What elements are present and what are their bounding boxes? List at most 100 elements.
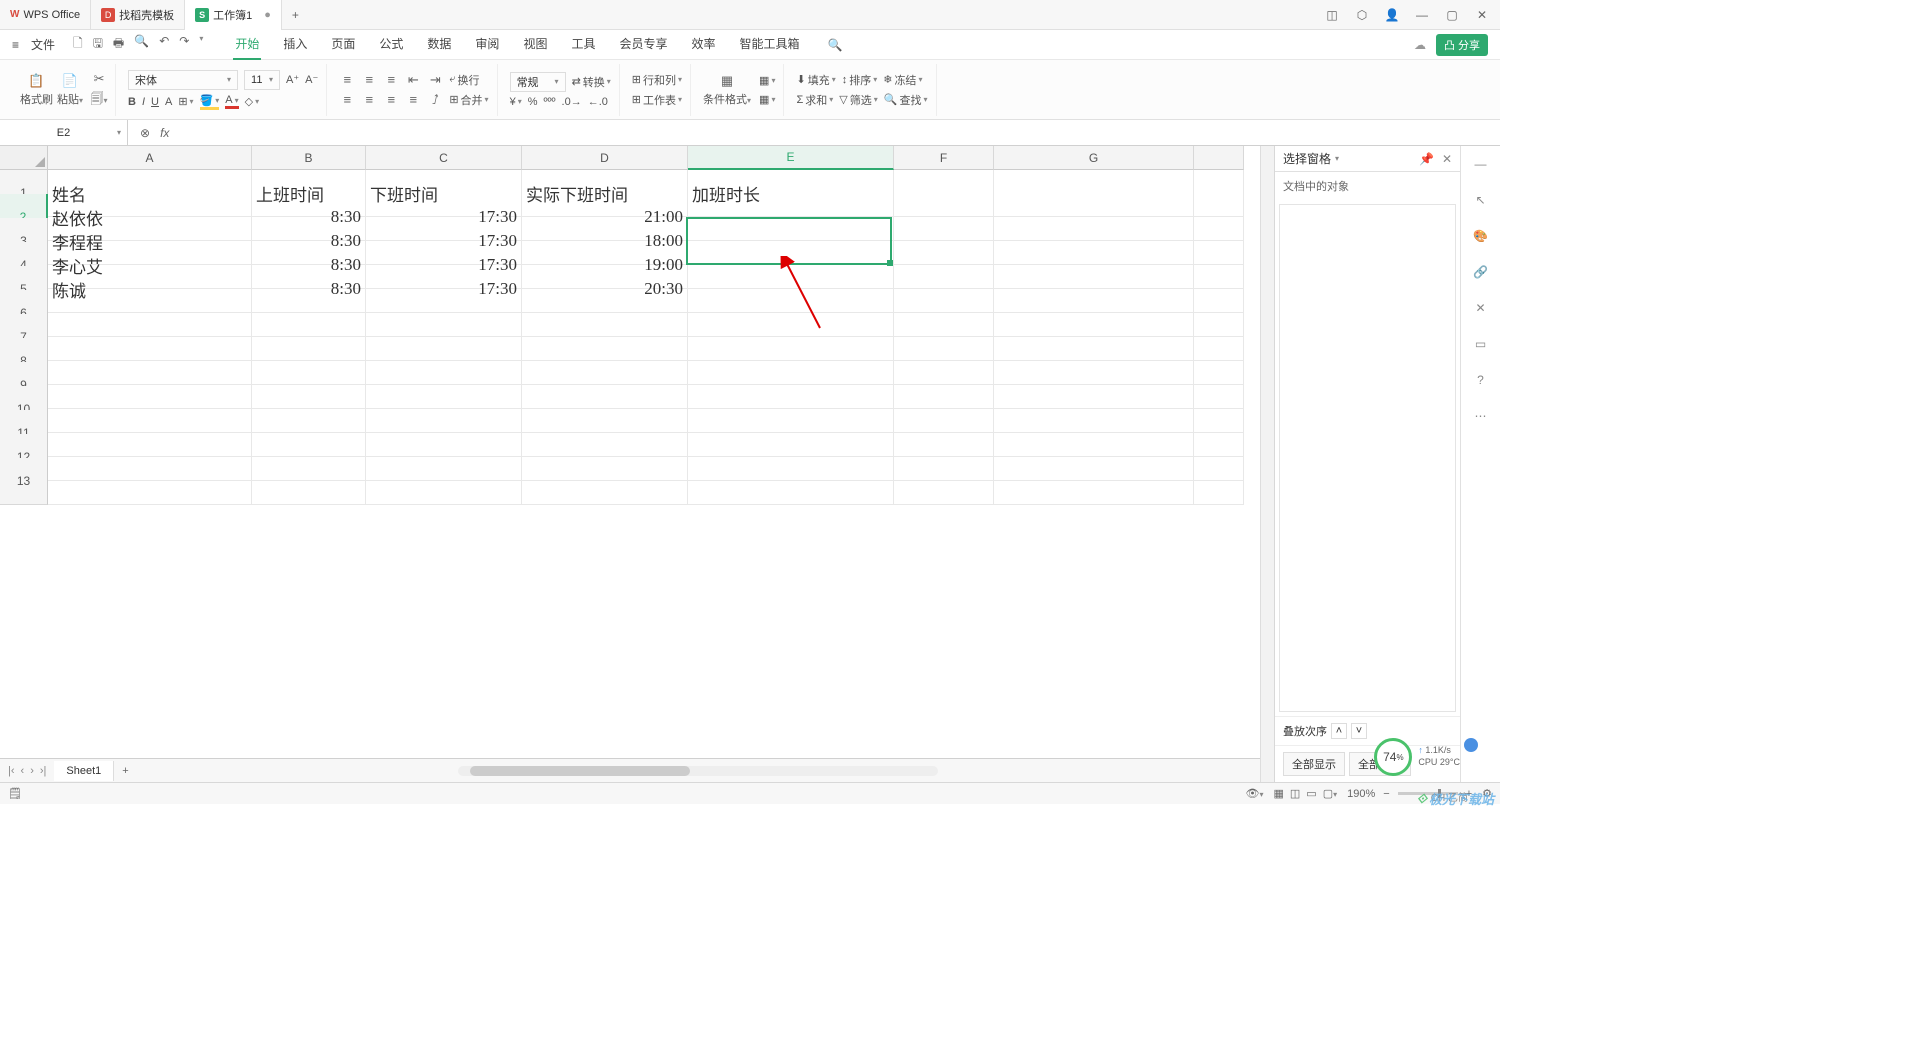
- currency-icon[interactable]: ¥▾: [510, 96, 522, 108]
- font-size-select[interactable]: 11▾: [244, 70, 280, 90]
- vertical-scrollbar[interactable]: [1260, 146, 1274, 782]
- menu-tab-效率[interactable]: 效率: [689, 29, 717, 60]
- name-box[interactable]: E2▾: [0, 120, 128, 145]
- format-painter-button[interactable]: 📋格式刷: [20, 73, 53, 107]
- zoom-out-icon[interactable]: −: [1383, 788, 1389, 800]
- fill-button[interactable]: ⬇ 填充▾: [796, 72, 835, 88]
- sheet-prev-icon[interactable]: ‹: [21, 765, 25, 777]
- cell[interactable]: [522, 458, 688, 505]
- col-head-F[interactable]: F: [894, 146, 994, 170]
- find-button[interactable]: 🔍 查找▾: [884, 92, 928, 108]
- menu-tab-智能工具箱[interactable]: 智能工具箱: [738, 29, 802, 60]
- cond-format-button[interactable]: ▦条件格式▾: [703, 73, 751, 107]
- close-tab-icon[interactable]: ●: [264, 9, 271, 21]
- add-sheet-button[interactable]: +: [114, 765, 136, 777]
- search-icon[interactable]: 🔍: [828, 38, 843, 52]
- dec-inc-icon[interactable]: .0→: [562, 96, 582, 108]
- comma-icon[interactable]: ººº: [543, 96, 555, 108]
- bold-button[interactable]: B: [128, 96, 136, 108]
- view-layout-icon[interactable]: ◫: [1290, 787, 1300, 800]
- menu-tab-视图[interactable]: 视图: [521, 29, 549, 60]
- menu-tab-工具[interactable]: 工具: [569, 29, 597, 60]
- col-head-G[interactable]: G: [994, 146, 1194, 170]
- font-color-icon[interactable]: A▾: [225, 94, 238, 109]
- show-all-button[interactable]: 全部显示: [1283, 752, 1345, 776]
- cell-style-icon[interactable]: ▦▾: [759, 93, 775, 106]
- cancel-fx-icon[interactable]: ⊗: [140, 126, 150, 140]
- indent-dec-icon[interactable]: ⇤: [405, 72, 421, 88]
- sheet-last-icon[interactable]: ›|: [40, 765, 47, 777]
- wrap-button[interactable]: ⤶ 换行: [449, 72, 479, 88]
- device-icon[interactable]: ▭: [1471, 334, 1491, 354]
- indent-inc-icon[interactable]: ⇥: [427, 72, 443, 88]
- dec-dec-icon[interactable]: ←.0: [588, 96, 608, 108]
- rowcol-button[interactable]: ⊞ 行和列▾: [632, 72, 682, 88]
- increase-font-icon[interactable]: A⁺: [286, 73, 299, 86]
- align-top-icon[interactable]: ≡: [339, 72, 355, 88]
- preview-icon[interactable]: 🔍: [134, 34, 149, 55]
- avatar-icon[interactable]: 👤: [1384, 7, 1400, 23]
- maximize-icon[interactable]: ▢: [1444, 7, 1460, 23]
- performance-widget[interactable]: 74% 1.1K/s CPU 29°C: [1374, 738, 1460, 776]
- minimize-icon[interactable]: —: [1414, 7, 1430, 23]
- pin-icon[interactable]: 📌: [1419, 152, 1434, 166]
- menu-tab-数据[interactable]: 数据: [425, 29, 453, 60]
- menu-tab-开始[interactable]: 开始: [233, 29, 261, 60]
- undo-icon[interactable]: ↶: [159, 34, 169, 55]
- add-tab-button[interactable]: +: [282, 8, 309, 22]
- strike-button[interactable]: A: [165, 96, 172, 108]
- col-head-E[interactable]: E: [688, 146, 894, 170]
- view-reading-icon[interactable]: ▢▾: [1323, 787, 1337, 800]
- sheet-tab-1[interactable]: Sheet1: [54, 761, 114, 781]
- tab-wps-office[interactable]: W WPS Office: [0, 0, 91, 30]
- cell[interactable]: [894, 458, 994, 505]
- select-icon[interactable]: ↖: [1471, 190, 1491, 210]
- menu-tab-会员专享[interactable]: 会员专享: [617, 29, 669, 60]
- orientation-icon[interactable]: ⭜: [427, 92, 443, 108]
- cell[interactable]: [994, 458, 1194, 505]
- spreadsheet-grid[interactable]: ABCDEFG1姓名上班时间下班时间实际下班时间加班时长2赵依依8:3017:3…: [0, 146, 1260, 482]
- merge-button[interactable]: ⊞ 合并▾: [449, 92, 488, 108]
- help-icon[interactable]: ?: [1471, 370, 1491, 390]
- cell[interactable]: [688, 458, 894, 505]
- sheet-first-icon[interactable]: |‹: [8, 765, 15, 777]
- align-left-icon[interactable]: ≡: [339, 92, 355, 108]
- cube-icon[interactable]: ⬡: [1354, 7, 1370, 23]
- worksheet-button[interactable]: ⊞ 工作表▾: [632, 92, 682, 108]
- fx-icon[interactable]: fx: [160, 126, 169, 140]
- col-head-C[interactable]: C: [366, 146, 522, 170]
- align-bot-icon[interactable]: ≡: [383, 72, 399, 88]
- print-icon[interactable]: 🖶: [113, 34, 124, 55]
- row-head-13[interactable]: 13: [0, 458, 48, 505]
- convert-button[interactable]: ⇄ 转换▾: [572, 74, 611, 90]
- number-format-select[interactable]: 常规▾: [510, 72, 566, 92]
- col-head-A[interactable]: A: [48, 146, 252, 170]
- cloud-icon[interactable]: ☁: [1414, 38, 1426, 52]
- cell[interactable]: [1194, 458, 1244, 505]
- align-mid-icon[interactable]: ≡: [361, 72, 377, 88]
- more-icon[interactable]: ⋯: [1471, 406, 1491, 426]
- style-icon[interactable]: 🎨: [1471, 226, 1491, 246]
- align-right-icon[interactable]: ≡: [383, 92, 399, 108]
- font-name-select[interactable]: 宋体▾: [128, 70, 238, 90]
- tools-icon[interactable]: ✕: [1471, 298, 1491, 318]
- align-justify-icon[interactable]: ≡: [405, 92, 421, 108]
- menu-tab-审阅[interactable]: 审阅: [473, 29, 501, 60]
- close-icon[interactable]: ✕: [1474, 7, 1490, 23]
- file-menu[interactable]: 文件: [31, 36, 55, 53]
- menu-tab-公式[interactable]: 公式: [377, 29, 405, 60]
- view-normal-icon[interactable]: ▦: [1273, 787, 1283, 800]
- freeze-button[interactable]: ❄ 冻结▾: [883, 72, 922, 88]
- clear-format-icon[interactable]: ◇▾: [245, 95, 259, 108]
- border-icon[interactable]: ⊞▾: [178, 95, 193, 108]
- fill-color-icon[interactable]: 🪣▾: [200, 94, 220, 110]
- col-head-D[interactable]: D: [522, 146, 688, 170]
- cell[interactable]: [366, 458, 522, 505]
- save-icon[interactable]: 🖫: [93, 34, 103, 55]
- menu-tab-插入[interactable]: 插入: [281, 29, 309, 60]
- copy-icon[interactable]: 🗐▾: [91, 93, 107, 109]
- italic-button[interactable]: I: [142, 96, 145, 108]
- percent-icon[interactable]: %: [528, 96, 538, 108]
- share-button[interactable]: 凸 分享: [1436, 34, 1488, 56]
- eye-icon[interactable]: 👁▾: [1245, 787, 1263, 800]
